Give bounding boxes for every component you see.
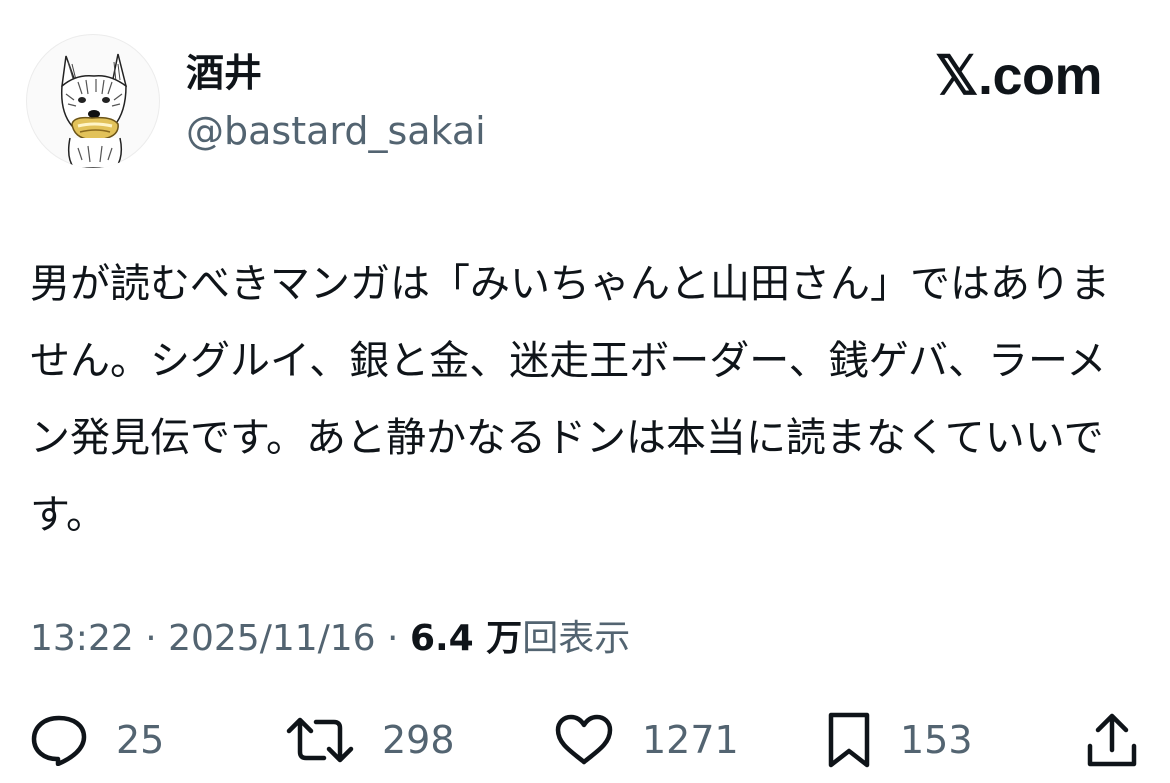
tweet-actions: 25 298 1271 153 [0,705,1170,775]
tweet-meta: 13:22 · 2025/11/16 · 6.4 万回表示 [30,612,630,666]
bookmark-icon [828,712,870,768]
bookmark-button[interactable]: 153 [826,705,973,775]
tweet-date[interactable]: 2025/11/16 [168,618,376,659]
meta-separator: · [375,618,410,659]
dog-avatar-icon [60,53,127,168]
tweet-text: 男が読むべきマンガは「みいちゃんと山田さん」ではありません。シグルイ、銀と金、迷… [30,261,1110,538]
share-button[interactable] [1086,705,1138,775]
share-icon [1087,713,1137,767]
retweet-count: 298 [382,718,455,762]
avatar[interactable] [26,34,160,168]
retweet-icon [286,717,354,763]
like-button[interactable]: 1271 [554,705,739,775]
reply-button[interactable]: 25 [30,705,164,775]
like-count: 1271 [642,718,739,762]
display-name[interactable]: 酒井 [186,46,262,100]
tweet-time[interactable]: 13:22 [30,618,134,659]
user-handle[interactable]: @bastard_sakai [186,104,486,158]
tweet-header: 酒井 @bastard_sakai 𝕏.com [0,0,1170,200]
tweet-card: 酒井 @bastard_sakai 𝕏.com 男が読むべきマンガは「みいちゃん… [0,0,1170,783]
retweet-button[interactable]: 298 [286,705,455,775]
heart-icon [555,714,613,765]
reply-count: 25 [116,718,165,762]
x-com-logo: 𝕏.com [934,46,1103,106]
views-label: 回表示 [522,618,631,659]
bookmark-count: 153 [900,718,973,762]
views-count: 6.4 万 [409,618,523,659]
meta-separator: · [133,618,169,659]
reply-icon [31,715,87,766]
